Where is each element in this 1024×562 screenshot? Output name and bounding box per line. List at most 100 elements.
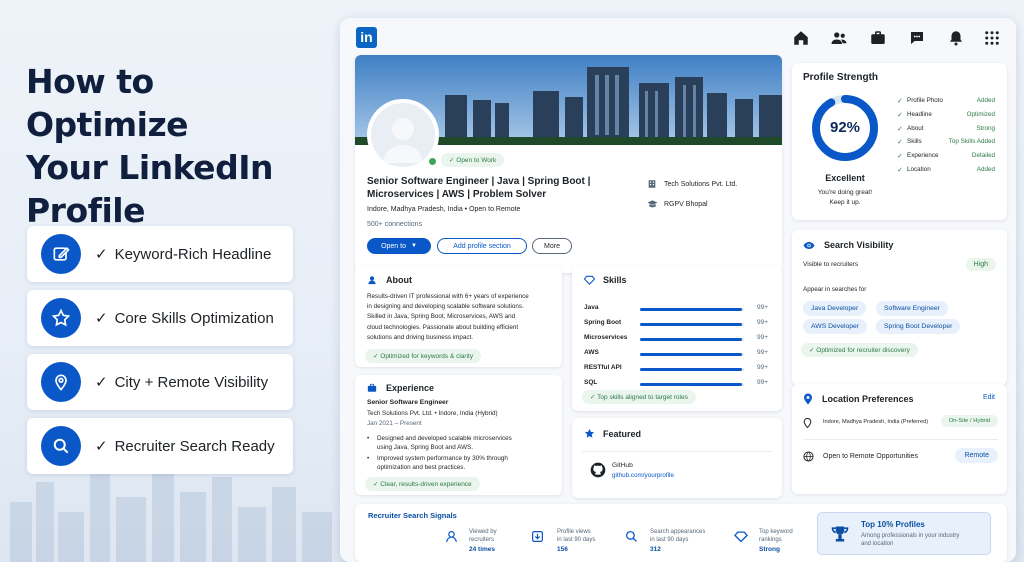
messaging-icon[interactable]: [908, 29, 926, 47]
edit-link[interactable]: Edit: [983, 394, 995, 401]
check-circle-icon: ✓: [373, 481, 379, 488]
building-icon: [648, 180, 656, 188]
skill-row[interactable]: Java 99+: [584, 304, 768, 316]
visibility-badge: ✓ Optimized for recruiter discovery: [801, 343, 918, 357]
experience-dates: Jan 2021 – Present: [367, 420, 422, 427]
top-profiles-title: Top 10% Profiles: [861, 520, 925, 529]
featured-title: Featured: [603, 428, 642, 439]
strength-status: Detailed: [971, 152, 995, 160]
feature-label: City + Remote Visibility: [114, 373, 269, 391]
search-tag[interactable]: AWS Developer: [803, 319, 868, 334]
skill-endorsements: 99+: [756, 364, 768, 371]
linkedin-logo[interactable]: in: [356, 27, 377, 48]
current-company[interactable]: Tech Solutions Pvt. Ltd.: [647, 179, 737, 189]
feature-label: Keyword-Rich Headline: [114, 245, 272, 263]
check-icon: ✓: [897, 111, 903, 119]
skill-name: Microservices: [584, 334, 628, 341]
feature-card-skills: ✓ Core Skills Optimization: [27, 290, 293, 346]
strength-row: ✓ Location Added: [897, 166, 995, 178]
check-icon: ✓: [95, 374, 108, 391]
skill-row[interactable]: AWS 99+: [584, 349, 768, 361]
jobs-icon[interactable]: [869, 29, 887, 47]
strength-row: ✓ Experience Detailed: [897, 152, 995, 164]
top-nav: in: [340, 18, 1016, 58]
connections-count[interactable]: 500+ connections: [367, 221, 422, 228]
check-circle-icon: ✓: [590, 394, 596, 401]
skill-bar: [640, 323, 744, 326]
experience-bullets: • Designed and developed scalable microse…: [367, 435, 512, 471]
skill-row[interactable]: RESTful API 99+: [584, 364, 768, 376]
skill-bar-fill: [640, 368, 742, 371]
skill-row[interactable]: Microservices 99+: [584, 334, 768, 346]
linkedin-app-window: in ✓ Open to Work Senior Software Engine…: [340, 18, 1016, 562]
about-card: About Results-driven IT professional wit…: [355, 266, 562, 367]
about-badge: ✓ Optimized for keywords & clarity: [365, 349, 482, 363]
skill-row[interactable]: Spring Boot 99+: [584, 319, 768, 331]
check-icon: ✓: [897, 167, 903, 174]
add-profile-section-button[interactable]: Add profile section: [437, 238, 527, 254]
search-tag[interactable]: Spring Boot Developer: [876, 319, 961, 334]
preferred-location: Indore, Madhya Pradesh, India (Preferred…: [823, 419, 929, 425]
about-title: About: [386, 275, 412, 285]
more-button[interactable]: More: [532, 238, 572, 254]
check-icon: ✓: [897, 98, 903, 105]
skill-endorsements: 99+: [756, 334, 768, 341]
strength-rating: Excellent: [825, 173, 865, 183]
apps-grid-icon[interactable]: [983, 29, 1001, 47]
user-icon: [446, 531, 457, 543]
search-tag[interactable]: Java Developer: [803, 301, 867, 316]
edit-icon: [41, 234, 81, 274]
location-preferences-card: Location Preferences Edit Indore, Madhya…: [792, 384, 1007, 494]
person-icon: [368, 276, 376, 285]
skills-badge: ✓ Top skills aligned to target roles: [582, 390, 696, 404]
diamond-icon: [584, 275, 595, 285]
notifications-icon[interactable]: [947, 29, 965, 47]
strength-percent: 92%: [829, 119, 861, 136]
skill-bar-fill: [640, 323, 742, 326]
hero-title: How to Optimize Your LinkedIn Profile: [26, 60, 326, 232]
open-to-button[interactable]: Open to ▼: [367, 238, 431, 254]
graduation-cap-icon: [647, 200, 658, 208]
profile-header-card: ✓ Open to Work Senior Software Engineer …: [355, 55, 782, 273]
star-icon: [584, 428, 595, 438]
skill-name: AWS: [584, 349, 599, 356]
online-dot: [429, 158, 436, 165]
check-circle-icon: ✓: [449, 157, 455, 164]
visibility-subtitle: Visible to recruiters: [803, 261, 859, 268]
network-icon[interactable]: [830, 29, 848, 47]
strength-row: ✓ Skills Top Skills Added: [897, 138, 995, 150]
skill-bar-fill: [640, 338, 742, 341]
strength-item: Experience: [907, 152, 939, 160]
remote-label: Open to Remote Opportunities: [823, 453, 918, 460]
search-tag[interactable]: Software Engineer: [876, 301, 948, 316]
star-icon: [41, 298, 81, 338]
skill-bar: [640, 383, 744, 386]
strength-subtext: You're doing great! Keep it up.: [817, 189, 873, 206]
education[interactable]: RGPV Bhopal: [647, 199, 708, 209]
globe-icon: [803, 451, 814, 462]
featured-item-link[interactable]: github.com/yourprofile: [612, 472, 674, 479]
check-icon: ✓: [95, 310, 108, 327]
feature-label: Recruiter Search Ready: [114, 437, 275, 455]
location-pin-icon: [804, 393, 812, 405]
diamond-icon: [734, 531, 748, 542]
strength-item: About: [907, 124, 924, 132]
strength-row: ✓ Profile Photo Added: [897, 97, 995, 109]
briefcase-icon: [367, 383, 377, 392]
feature-card-location: ✓ City + Remote Visibility: [27, 354, 293, 410]
check-icon: ✓: [95, 246, 108, 263]
experience-title: Experience: [386, 383, 435, 393]
home-icon[interactable]: [792, 29, 810, 47]
hero-title-line2: Your LinkedIn: [26, 148, 273, 187]
visibility-level-badge: High: [965, 258, 996, 271]
skill-bar-fill: [640, 353, 742, 356]
featured-item-github[interactable]: GitHub github.com/yourprofile: [582, 451, 772, 491]
location-pin-icon: [41, 362, 81, 402]
skill-name: Spring Boot: [584, 319, 622, 326]
featured-card: Featured GitHub github.com/yourprofile: [572, 418, 782, 498]
strength-item: Skills: [907, 138, 922, 146]
search-visibility-card: Search Visibility Visible to recruiters …: [792, 230, 1007, 385]
feature-card-headline: ✓ Keyword-Rich Headline: [27, 226, 293, 282]
github-icon: [590, 462, 606, 478]
skill-bar: [640, 368, 744, 371]
